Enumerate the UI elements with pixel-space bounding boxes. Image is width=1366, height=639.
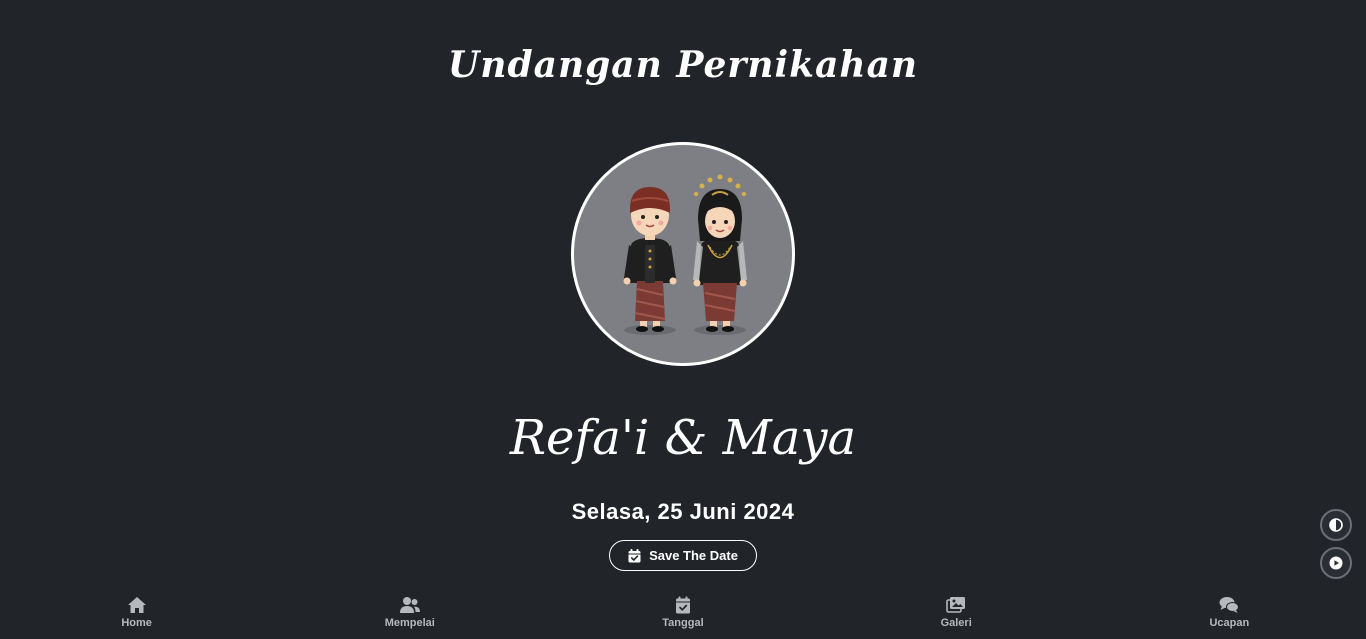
music-toggle-button[interactable] <box>1320 547 1352 579</box>
bride-figure <box>693 174 747 332</box>
calendar-check-icon <box>628 548 641 562</box>
nav-label-mempelai: Mempelai <box>384 616 435 629</box>
save-the-date-button[interactable]: Save The Date <box>609 540 757 571</box>
page: Undangan Pernikahan Refa'i & Maya Selasa… <box>0 0 1366 639</box>
nav-item-galeri[interactable]: Galeri <box>896 596 1016 629</box>
nav-item-tanggal[interactable]: Tanggal <box>623 596 743 629</box>
nav-label-ucapan: Ucapan <box>1209 616 1250 629</box>
groom-figure <box>623 187 677 332</box>
home-icon <box>127 596 146 613</box>
nav-item-ucapan[interactable]: Ucapan <box>1169 596 1289 629</box>
save-the-date-label: Save The Date <box>649 548 738 563</box>
theme-toggle-button[interactable] <box>1320 509 1352 541</box>
bottom-navigation: Home Mempelai Tanggal Galeri Ucapan <box>0 585 1366 639</box>
calendar-check-icon <box>675 596 690 613</box>
nav-item-mempelai[interactable]: Mempelai <box>350 596 470 629</box>
play-circle-icon <box>1329 556 1343 570</box>
nav-label-home: Home <box>121 616 152 629</box>
couple-portrait <box>571 142 795 366</box>
page-title: Undangan Pernikahan <box>447 44 919 86</box>
event-date: Selasa, 25 Juni 2024 <box>571 499 795 524</box>
nav-label-tanggal: Tanggal <box>662 616 704 629</box>
nav-label-galeri: Galeri <box>940 616 972 629</box>
couple-illustration <box>623 174 747 335</box>
circle-half-icon <box>1329 518 1343 532</box>
comments-icon <box>1219 596 1240 613</box>
images-icon <box>946 596 966 613</box>
nav-item-home[interactable]: Home <box>77 596 197 629</box>
users-icon <box>399 596 420 613</box>
couple-names: Refa'i & Maya <box>509 410 857 466</box>
